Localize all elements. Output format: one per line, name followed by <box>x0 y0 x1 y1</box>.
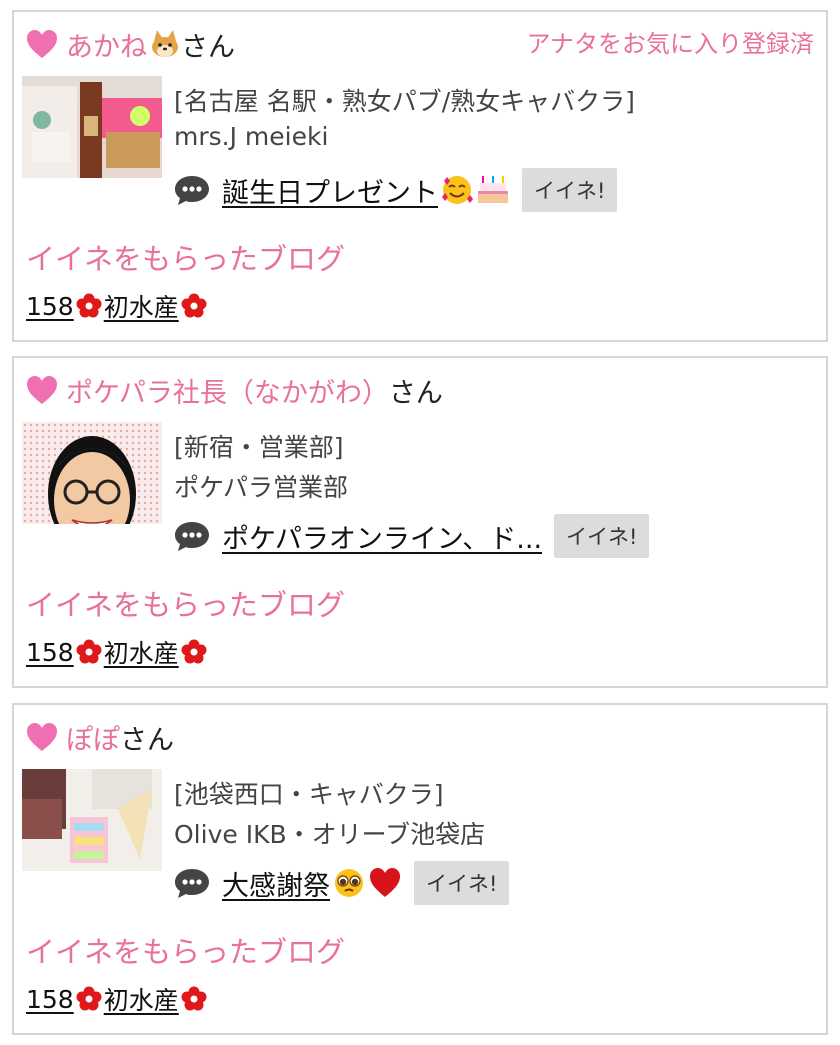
user-name-link[interactable]: ポケパラ社長（なかがわ） <box>66 371 389 410</box>
favorite-card: ぽぽ さん [池袋西口・キャバクラ] Olive IKB・オリーブ池袋店 大感謝… <box>12 703 828 1035</box>
entry-number: 158 <box>26 984 74 1014</box>
section-label: イイネをもらったブログ <box>26 935 346 969</box>
user-name-link[interactable]: あかね <box>66 25 147 64</box>
card-header: あかね さん <box>26 24 235 64</box>
birthday-cake-icon <box>478 176 508 203</box>
entry-title-link[interactable]: 158 初水産 <box>26 634 209 670</box>
flower-icon <box>76 986 102 1011</box>
shiba-dog-emoji-icon <box>152 30 178 57</box>
speech-bubble-icon <box>175 869 209 898</box>
shop-area: [名古屋 名駅・熟女パブ/熟女キャバクラ] <box>174 87 635 116</box>
iine-button[interactable]: イイネ! <box>522 168 618 212</box>
user-name-link[interactable]: ぽぽ <box>66 718 120 757</box>
section-label: イイネをもらったブログ <box>26 588 346 622</box>
shop-name-link[interactable]: mrs.J meieki <box>174 122 328 151</box>
blog-title-text: 誕生日プレゼント <box>222 177 438 209</box>
san-suffix: さん <box>181 31 235 63</box>
entry-title-link[interactable]: 158 初水産 <box>26 981 209 1017</box>
red-heart-icon <box>370 868 400 897</box>
blog-thumbnail[interactable] <box>22 76 162 178</box>
blog-title-text: 大感謝祭 <box>222 870 330 902</box>
shop-area: [新宿・営業部] <box>174 433 344 462</box>
section-label: イイネをもらったブログ <box>26 242 346 276</box>
blog-title-link[interactable]: ポケパラオンライン、ド... <box>222 517 542 556</box>
entry-title: 初水産 <box>103 986 179 1015</box>
shop-name-link[interactable]: Olive IKB・オリーブ池袋店 <box>174 815 485 851</box>
heart-icon <box>27 376 57 404</box>
blog-thumbnail[interactable] <box>22 769 162 871</box>
heart-icon <box>27 30 57 58</box>
smiling-face-with-hearts-icon <box>442 176 473 204</box>
blog-row: 大感謝祭 イイネ! <box>174 861 510 905</box>
flower-icon <box>181 293 207 318</box>
blog-title-text: ポケパラオンライン、ド... <box>222 523 543 555</box>
entry-title: 初水産 <box>103 639 179 668</box>
flower-icon <box>76 293 102 318</box>
card-header: ポケパラ社長（なかがわ） さん <box>26 370 443 410</box>
blog-thumbnail[interactable] <box>22 422 162 524</box>
blog-row: ポケパラオンライン、ド... イイネ! <box>174 514 650 558</box>
favorite-card: ポケパラ社長（なかがわ） さん [新宿・営業部] ポケパラ営業部 ポケパラオンラ… <box>12 356 828 688</box>
entry-title: 初水産 <box>103 293 179 322</box>
san-suffix: さん <box>388 377 443 409</box>
shop-name-link[interactable]: ポケパラ営業部 <box>174 468 348 504</box>
iine-button[interactable]: イイネ! <box>554 514 650 558</box>
speech-bubble-icon <box>175 522 209 551</box>
blog-row: 誕生日プレゼント イイネ! <box>174 168 618 212</box>
favorite-status: アナタをお気に入り登録済 <box>526 30 814 58</box>
blog-title-link[interactable]: 誕生日プレゼント <box>222 171 510 210</box>
favorite-card: あかね さん アナタをお気に入り登録済 [名古屋 名駅・熟女パブ/熟女キャバクラ… <box>12 10 828 342</box>
heart-icon <box>27 723 57 751</box>
card-header: ぽぽ さん <box>26 717 174 757</box>
flower-icon <box>181 639 207 664</box>
speech-bubble-icon <box>175 176 209 205</box>
pleading-face-icon <box>335 869 363 897</box>
entry-title-link[interactable]: 158 初水産 <box>26 288 209 324</box>
flower-icon <box>181 986 207 1011</box>
san-suffix: さん <box>120 724 174 756</box>
iine-button[interactable]: イイネ! <box>414 861 510 905</box>
entry-number: 158 <box>26 291 74 321</box>
shop-area: [池袋西口・キャバクラ] <box>174 780 444 809</box>
blog-title-link[interactable]: 大感謝祭 <box>222 864 402 903</box>
flower-icon <box>76 639 102 664</box>
entry-number: 158 <box>26 637 74 667</box>
